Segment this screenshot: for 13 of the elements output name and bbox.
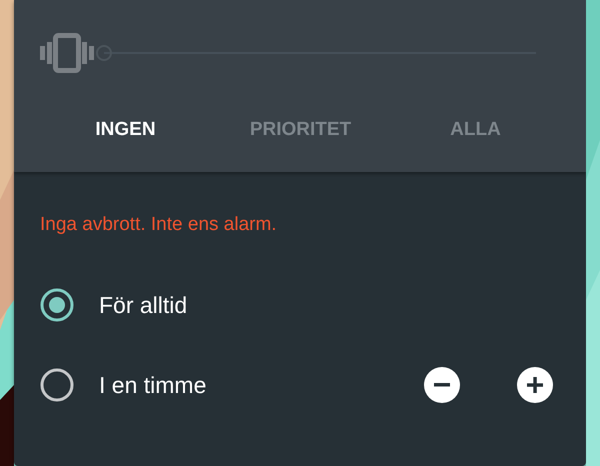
minus-icon (434, 383, 450, 387)
mode-tab[interactable]: PRIORITET (213, 113, 388, 147)
increase-button[interactable] (517, 367, 553, 403)
option-label: För alltid (99, 292, 188, 318)
option-label: I en timme (99, 372, 206, 398)
decrease-button[interactable] (424, 367, 460, 403)
mode-tab[interactable]: ALLA (388, 113, 563, 147)
plus-icon (527, 377, 543, 393)
mode-tab[interactable]: INGEN (38, 113, 213, 147)
radio-button[interactable] (40, 368, 74, 402)
status-message: Inga avbrott. Inte ens alarm. (40, 214, 278, 236)
vibrate-icon (40, 33, 94, 73)
radio-button[interactable] (40, 288, 74, 322)
